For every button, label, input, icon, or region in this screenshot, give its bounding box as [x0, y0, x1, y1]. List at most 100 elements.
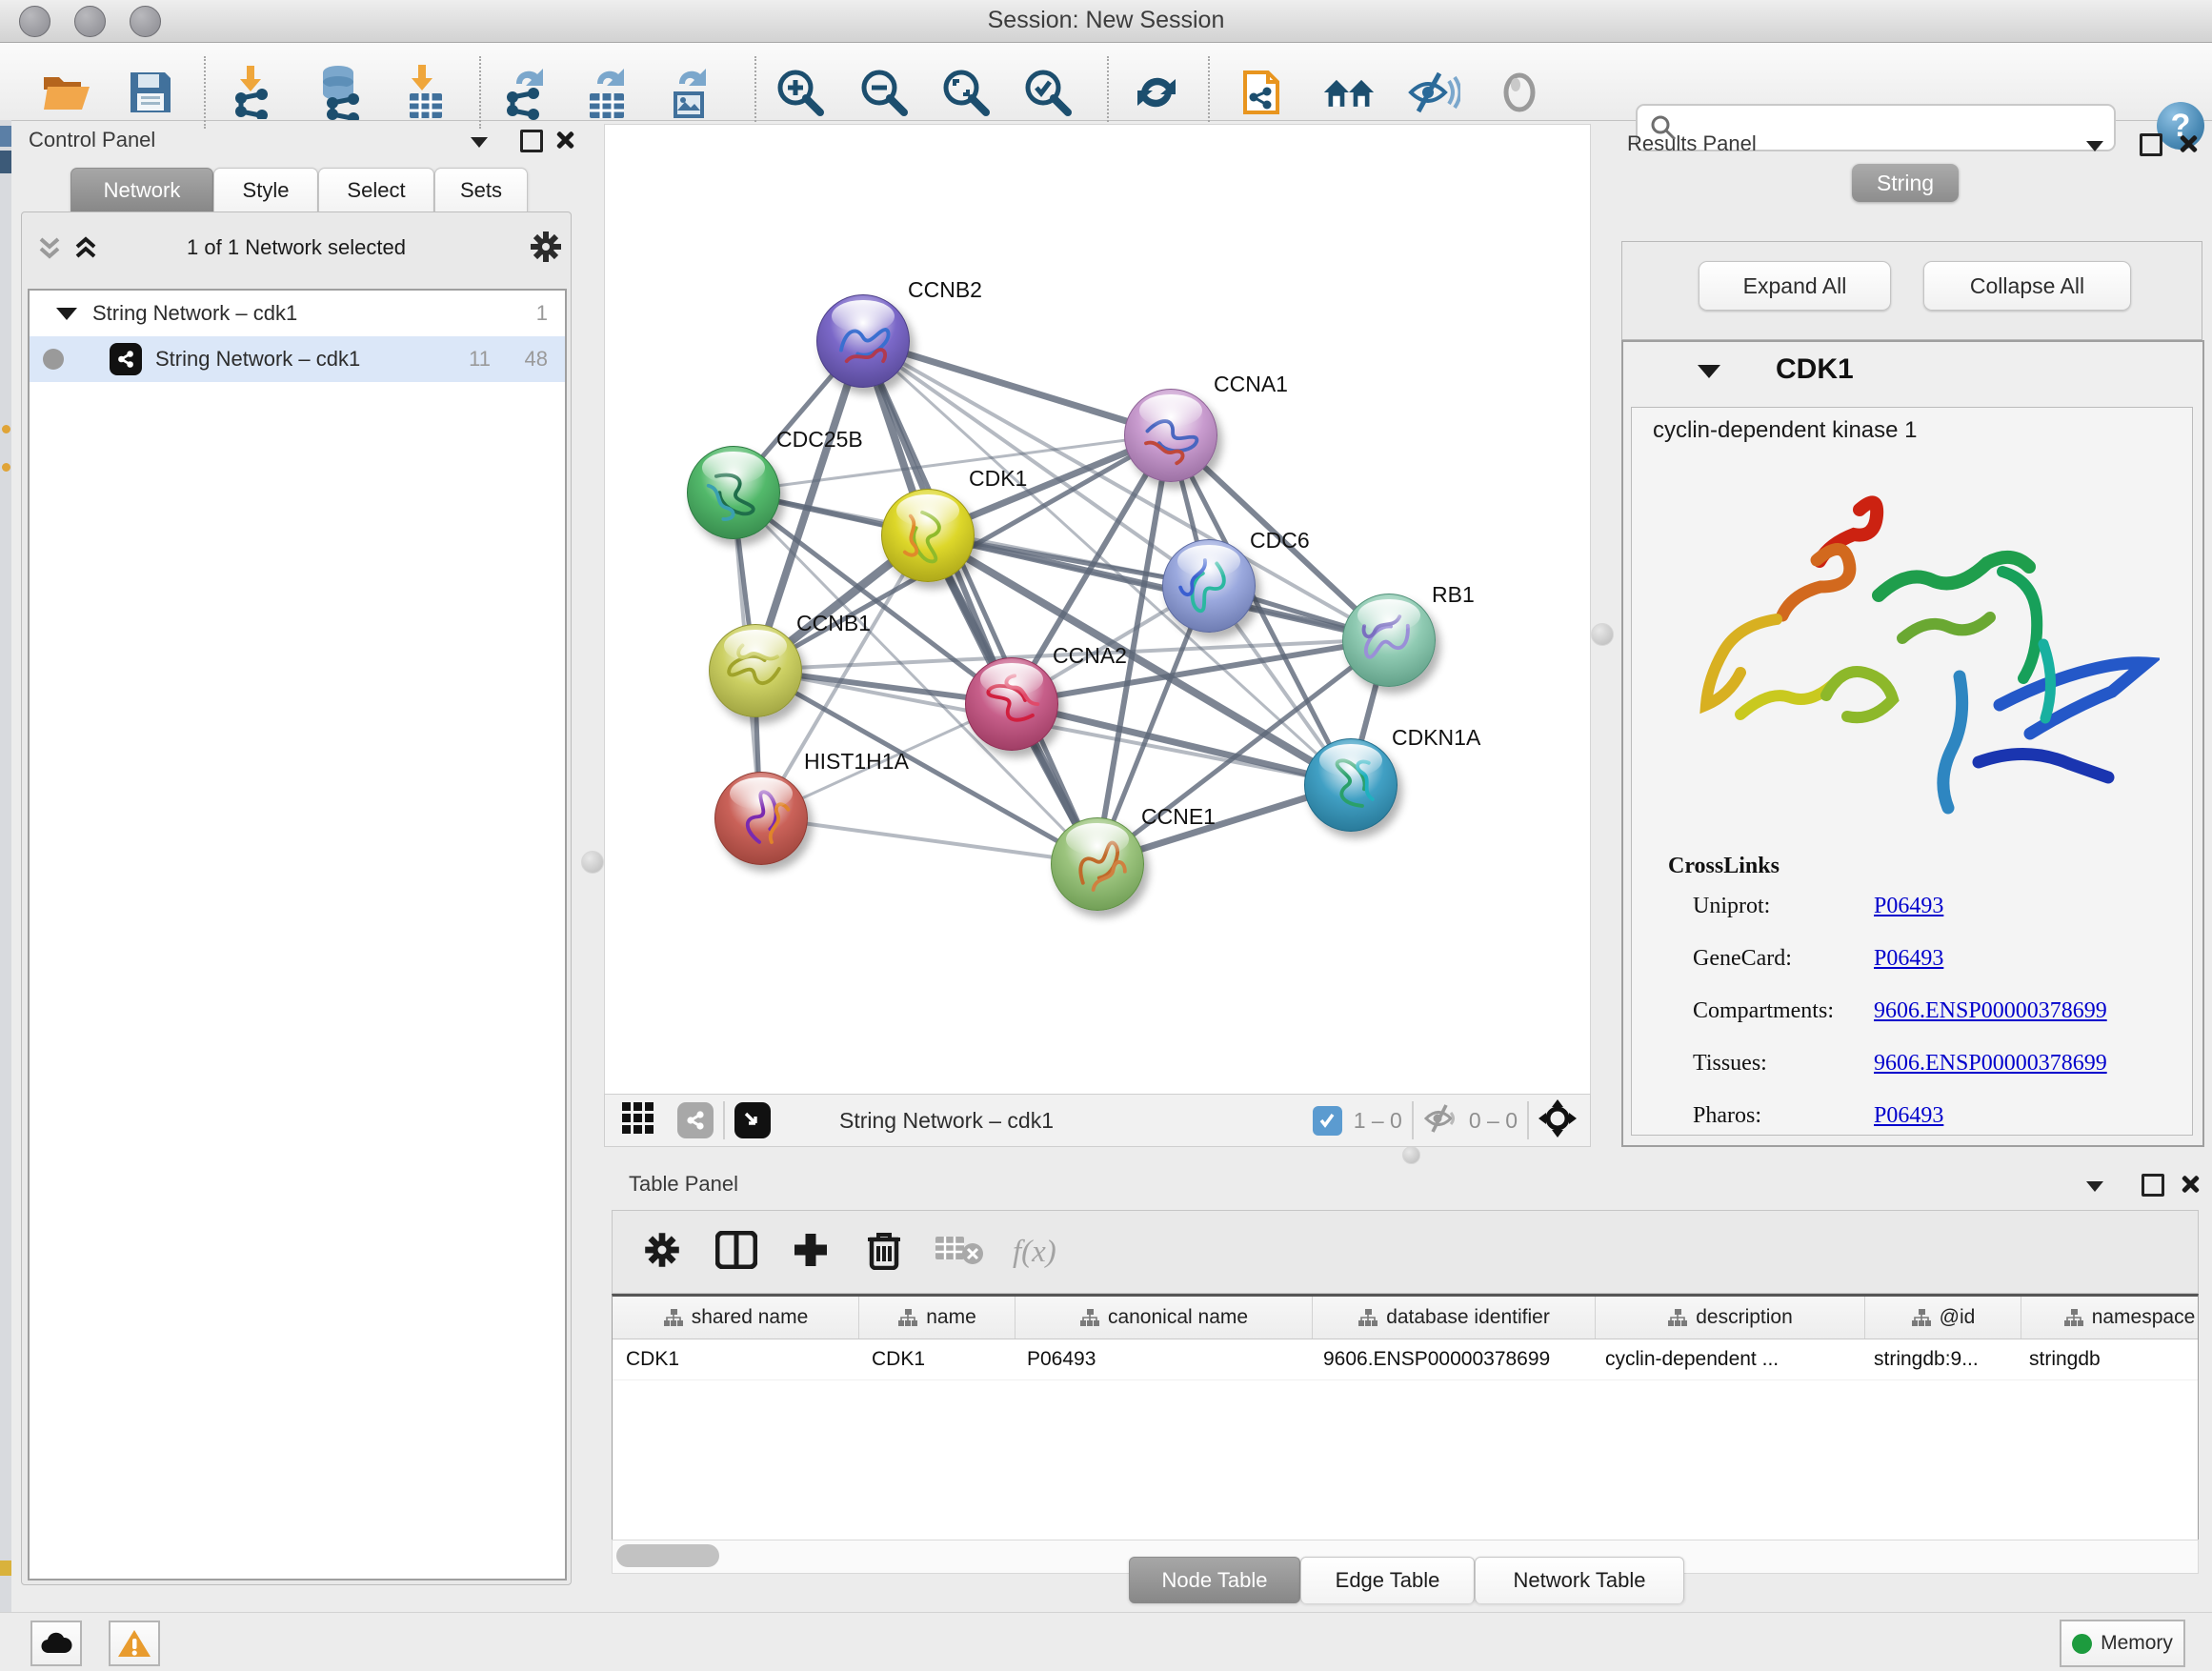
network-node-CCNA2[interactable] [965, 657, 1058, 751]
results-panel-close-icon[interactable] [2178, 134, 2197, 158]
warning-button[interactable] [109, 1621, 160, 1666]
export-table-icon[interactable] [581, 64, 634, 121]
table-cell[interactable]: P06493 [1014, 1339, 1310, 1379]
crosslink-link[interactable]: P06493 [1874, 894, 1943, 919]
tab-sets[interactable]: Sets [434, 168, 528, 212]
tab-node-table[interactable]: Node Table [1129, 1557, 1300, 1603]
hidden-eye-slash-icon[interactable] [1423, 1103, 1458, 1138]
table-column-header[interactable]: database identifier [1313, 1297, 1596, 1339]
control-panel-menu-icon[interactable] [471, 135, 488, 152]
table-column-header[interactable]: @id [1865, 1297, 2021, 1339]
control-panel-float-icon[interactable] [520, 130, 543, 157]
results-panel-menu-icon[interactable] [2086, 139, 2103, 156]
network-node-CCNB1[interactable] [709, 624, 802, 717]
table-column-header[interactable]: description [1596, 1297, 1865, 1339]
zoom-selected-icon[interactable] [1021, 64, 1075, 121]
apply-layout-icon[interactable] [1130, 64, 1183, 121]
crosslink-row: Uniprot:P06493 [1693, 894, 2169, 946]
left-splitter[interactable] [579, 124, 604, 1145]
zoom-out-icon[interactable] [857, 64, 911, 121]
tab-select[interactable]: Select [318, 168, 434, 212]
results-panel-float-icon[interactable] [2140, 133, 2162, 161]
network-node-HIST1H1A[interactable] [714, 772, 808, 865]
expand-all-button[interactable]: Expand All [1699, 261, 1891, 311]
network-node-CDC25B[interactable] [687, 446, 780, 539]
table-row[interactable]: CDK1CDK1P064939606.ENSP00000378699cyclin… [613, 1339, 2198, 1380]
grid-view-icon[interactable] [620, 1100, 656, 1141]
network-node-CCNB2[interactable] [816, 294, 910, 388]
table-column-header[interactable]: shared name [613, 1297, 859, 1339]
export-network-icon[interactable] [498, 64, 552, 121]
import-network-database-icon[interactable] [313, 64, 367, 121]
table-cell[interactable]: cyclin-dependent ... [1592, 1339, 1860, 1379]
left-splitter-handle[interactable] [581, 851, 604, 874]
scrollbar-thumb[interactable] [616, 1544, 719, 1567]
network-collection-row[interactable]: String Network – cdk1 1 [30, 291, 565, 336]
memory-button[interactable]: Memory [2060, 1620, 2185, 1667]
node-gloss [896, 494, 958, 528]
delete-column-trash-icon[interactable] [866, 1230, 902, 1275]
table-cell[interactable]: stringdb:9... [1860, 1339, 2016, 1379]
crosslink-link[interactable]: 9606.ENSP00000378699 [1874, 1051, 2107, 1077]
collection-expand-triangle-icon[interactable] [56, 308, 77, 320]
table-cell[interactable]: 9606.ENSP00000378699 [1310, 1339, 1592, 1379]
tab-edge-table[interactable]: Edge Table [1300, 1557, 1475, 1603]
table-cell[interactable]: CDK1 [858, 1339, 1014, 1379]
save-session-icon[interactable] [124, 64, 177, 121]
show-columns-icon[interactable] [715, 1231, 757, 1274]
share-view-icon[interactable] [677, 1102, 714, 1138]
hide-details-eye-slash-icon[interactable] [1407, 64, 1460, 121]
table-panel-float-icon[interactable] [2142, 1174, 2164, 1201]
cloud-button[interactable] [30, 1621, 82, 1666]
open-session-icon[interactable] [40, 64, 93, 121]
tab-network[interactable]: Network [70, 168, 213, 212]
cdk1-collapse-triangle-icon[interactable] [1698, 365, 1720, 383]
network-node-RB1[interactable] [1342, 594, 1436, 687]
network-view-canvas[interactable]: CCNB2CCNA1CDC25BCDK1CDC6RB1CCNB1CCNA2CDK… [604, 124, 1591, 1096]
table-panel-menu-icon[interactable] [2086, 1179, 2103, 1197]
table-cell[interactable]: stringdb [2016, 1339, 2199, 1379]
network-node-CDKN1A[interactable] [1304, 738, 1398, 832]
pan-crosshair-icon[interactable] [1538, 1099, 1577, 1142]
network-node-CDK1[interactable] [881, 489, 975, 582]
collapse-all-button[interactable]: Collapse All [1923, 261, 2131, 311]
home-icon[interactable] [1322, 64, 1376, 121]
tab-style[interactable]: Style [213, 168, 318, 212]
birdseye-toggle-icon[interactable] [734, 1102, 771, 1138]
document-share-icon[interactable] [1238, 64, 1292, 121]
cdk1-section-title[interactable]: CDK1 [1776, 353, 1854, 386]
table-column-header[interactable]: name [859, 1297, 1016, 1339]
zoom-in-icon[interactable] [774, 64, 827, 121]
table-column-header[interactable]: namespace [2021, 1297, 2199, 1339]
network-node-CCNA1[interactable] [1124, 389, 1217, 482]
export-image-icon[interactable] [663, 64, 716, 121]
table-panel-close-icon[interactable] [2180, 1175, 2199, 1198]
network-options-gear-icon[interactable] [529, 230, 563, 269]
eye-icon[interactable] [1493, 64, 1546, 121]
control-panel-close-icon[interactable] [554, 131, 573, 154]
crosslink-link[interactable]: P06493 [1874, 946, 1943, 972]
network-node-CCNE1[interactable] [1051, 817, 1144, 911]
tab-string[interactable]: String [1852, 164, 1959, 202]
crosslink-row: Pharos:P06493 [1693, 1103, 2169, 1156]
node-table[interactable]: shared namenamecanonical namedatabase id… [612, 1294, 2199, 1543]
table-column-header[interactable]: canonical name [1016, 1297, 1313, 1339]
import-table-icon[interactable] [399, 64, 452, 121]
table-settings-gear-icon[interactable] [643, 1231, 681, 1274]
crosslink-link[interactable]: P06493 [1874, 1103, 1943, 1129]
selected-checkbox-icon[interactable] [1313, 1106, 1342, 1136]
zoom-fit-icon[interactable] [939, 64, 993, 121]
add-column-plus-icon[interactable] [792, 1231, 830, 1274]
horizontal-splitter-handle[interactable] [1402, 1146, 1420, 1164]
right-splitter[interactable] [1589, 124, 1614, 1145]
right-splitter-handle[interactable] [1591, 623, 1614, 646]
network-row-selected[interactable]: String Network – cdk1 11 48 [30, 336, 565, 382]
tab-network-table[interactable]: Network Table [1475, 1557, 1684, 1603]
import-network-file-icon[interactable] [227, 64, 280, 121]
toolbar-separator [1107, 56, 1109, 129]
delete-table-icon[interactable] [935, 1233, 984, 1272]
table-cell[interactable]: CDK1 [613, 1339, 858, 1379]
network-node-CDC6[interactable] [1162, 539, 1256, 633]
function-builder-icon[interactable]: f(x) [1013, 1235, 1056, 1270]
crosslink-link[interactable]: 9606.ENSP00000378699 [1874, 998, 2107, 1024]
